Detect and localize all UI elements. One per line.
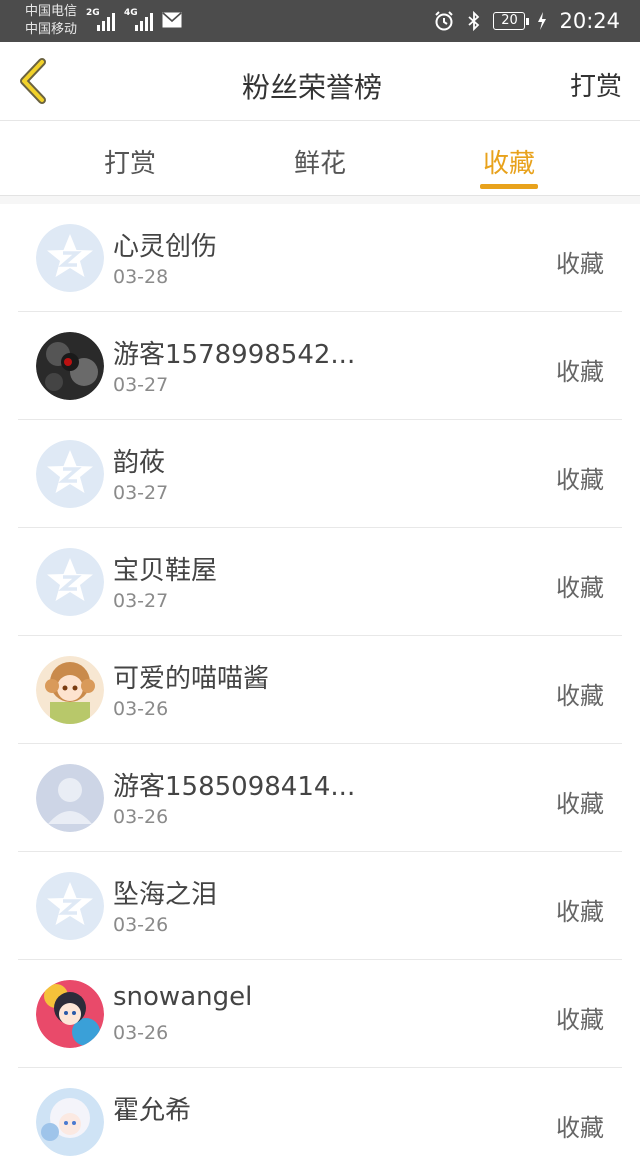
- tab-bar: 打赏 鲜花 收藏: [0, 121, 640, 196]
- app-header: 粉丝荣誉榜 打赏: [0, 42, 640, 121]
- action-label: 收藏: [556, 250, 604, 278]
- date: 03-26: [113, 806, 169, 828]
- signal-icon-1: [97, 13, 115, 31]
- default-star-icon: [36, 872, 104, 940]
- user-name: 坠海之泪: [113, 880, 218, 910]
- list-item[interactable]: 坠海之泪 03-26 收藏: [0, 852, 640, 960]
- default-star-icon: [36, 548, 104, 616]
- avatar: [36, 332, 104, 400]
- date: 03-27: [113, 482, 169, 504]
- user-name: 心灵创伤: [113, 232, 218, 262]
- avatar: [36, 224, 104, 292]
- list-item[interactable]: 可爱的喵喵酱 03-26 收藏: [0, 636, 640, 744]
- date: 03-27: [113, 590, 169, 612]
- user-name: 韵莜: [113, 448, 166, 478]
- alarm-icon: [435, 11, 454, 31]
- bluetooth-icon: [468, 10, 480, 32]
- user-name: 宝贝鞋屋: [113, 556, 218, 586]
- default-person-icon: [36, 764, 104, 832]
- list-item[interactable]: 宝贝鞋屋 03-27 收藏: [0, 528, 640, 636]
- date: 03-26: [113, 1022, 169, 1044]
- list-item[interactable]: 韵莜 03-27 收藏: [0, 420, 640, 528]
- anime-girl-avatar: [36, 1088, 104, 1156]
- avatar: [36, 440, 104, 508]
- anime-girl-avatar: [36, 656, 104, 724]
- section-gap: [0, 196, 640, 204]
- date: 03-27: [113, 374, 169, 396]
- signal-icon-2: [135, 13, 153, 31]
- action-label: 收藏: [556, 466, 604, 494]
- action-label: 收藏: [556, 574, 604, 602]
- action-label: 收藏: [556, 682, 604, 710]
- charging-icon: [538, 12, 547, 30]
- status-right: 20 20:24: [433, 0, 620, 42]
- avatar: [36, 656, 104, 724]
- action-label: 收藏: [556, 1006, 604, 1034]
- list-item[interactable]: 霍允希 收藏: [0, 1068, 640, 1176]
- reward-button[interactable]: 打赏: [570, 66, 622, 103]
- carrier-2: 中国移动: [25, 22, 78, 37]
- user-name: snowangel: [113, 982, 253, 1012]
- list-item[interactable]: snowangel 03-26 收藏: [0, 960, 640, 1068]
- carrier-1: 中国电信: [25, 4, 78, 19]
- tab-indicator: [480, 184, 538, 189]
- avatar: [36, 764, 104, 832]
- action-label: 收藏: [556, 358, 604, 386]
- list-item[interactable]: 游客1578998542... 03-27 收藏: [0, 312, 640, 420]
- page-title: 粉丝荣誉榜: [241, 71, 382, 104]
- tab-favorites[interactable]: 收藏: [439, 143, 579, 180]
- user-name: 可爱的喵喵酱: [113, 664, 270, 694]
- date: 03-28: [113, 266, 169, 288]
- default-star-icon: [36, 224, 104, 292]
- battery-level: 20: [493, 12, 526, 30]
- fan-list: 心灵创伤 03-28 收藏 游客1578998542... 03-27 收藏 韵…: [0, 204, 640, 1176]
- list-item[interactable]: 心灵创伤 03-28 收藏: [0, 204, 640, 312]
- avatar: [36, 872, 104, 940]
- user-name: 游客1578998542...: [113, 340, 356, 370]
- avatar: [36, 548, 104, 616]
- status-bar: 中国电信 中国移动 2G 4G 20 20:24: [0, 0, 640, 42]
- date: 03-26: [113, 698, 169, 720]
- carrier-labels: 中国电信 中国移动: [25, 3, 77, 39]
- tab-reward[interactable]: 打赏: [60, 143, 200, 180]
- user-name: 游客1585098414...: [113, 772, 356, 802]
- user-name: 霍允希: [113, 1096, 192, 1126]
- list-item[interactable]: 游客1585098414... 03-26 收藏: [0, 744, 640, 852]
- avatar: [36, 1088, 104, 1156]
- default-star-icon: [36, 440, 104, 508]
- action-label: 收藏: [556, 790, 604, 818]
- avatar: [36, 980, 104, 1048]
- dark-photo-avatar: [36, 332, 104, 400]
- anime-girl-avatar: [36, 980, 104, 1048]
- action-label: 收藏: [556, 898, 604, 926]
- clock: 20:24: [559, 9, 620, 33]
- date: 03-26: [113, 914, 169, 936]
- tab-flowers[interactable]: 鲜花: [250, 143, 390, 180]
- mail-icon: [162, 12, 182, 28]
- battery-indicator: 20: [493, 12, 530, 30]
